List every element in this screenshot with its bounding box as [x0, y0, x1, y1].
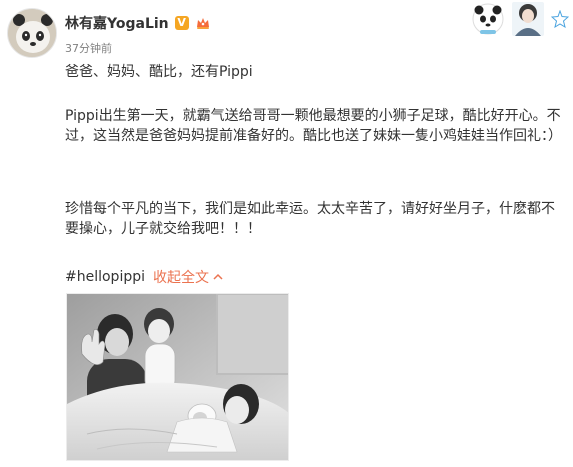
chevron-up-icon	[213, 273, 223, 280]
author-avatar[interactable]	[7, 8, 57, 58]
panda-sticker-icon	[472, 3, 504, 35]
collapse-label: 收起全文	[153, 270, 210, 286]
post-timestamp[interactable]: 37分钟前	[65, 40, 112, 56]
star-icon	[551, 10, 569, 28]
panda-icon	[8, 9, 56, 57]
hashtag-link[interactable]: #hellopippi	[65, 269, 145, 285]
post-paragraph: 珍惜每个平凡的当下，我们是如此幸运。太太辛苦了，请好好坐月子，什麽都不要操心，儿…	[65, 201, 555, 237]
post-paragraph: 爸爸、妈妈、酷比，还有Pippi	[65, 64, 253, 80]
member-crown-icon[interactable]	[195, 15, 211, 31]
post-footer-links: #hellopippi 收起全文	[65, 267, 223, 287]
family-photo	[67, 294, 288, 460]
post-header: 林有嘉YogaLin V	[65, 13, 211, 33]
post-photo[interactable]	[66, 293, 289, 461]
portrait-icon	[512, 2, 544, 36]
weibo-post: 林有嘉YogaLin V 37分钟前 爸爸、妈妈、酷比，还有Pippi Pipp…	[0, 0, 573, 467]
header-widget[interactable]	[465, 0, 573, 38]
collapse-button[interactable]: 收起全文	[153, 267, 223, 287]
verified-badge[interactable]: V	[174, 16, 189, 30]
author-name[interactable]: 林有嘉YogaLin	[65, 13, 169, 33]
post-paragraph: Pippi出生第一天，就霸气送给哥哥一颗他最想要的小狮子足球，酷比好开心。不过，…	[65, 108, 562, 144]
